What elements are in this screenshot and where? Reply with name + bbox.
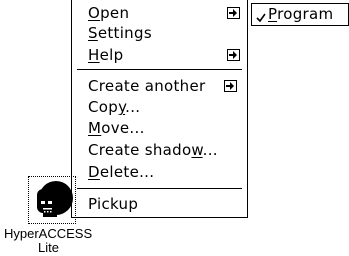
submenu-arrow-icon (224, 80, 237, 92)
submenu-item-program[interactable]: Program (268, 4, 333, 25)
menu-item-move-label: Move... (88, 119, 145, 137)
desktop-icon-caption-line2: Lite (38, 240, 59, 255)
menu-item-settings[interactable]: Settings (88, 23, 243, 43)
context-menu: Open Settings Help Create another Copy..… (71, 0, 248, 218)
menu-item-create-shadow[interactable]: Create shadow... (88, 140, 243, 160)
menu-item-move[interactable]: Move... (88, 118, 243, 138)
checkmark-icon (256, 8, 266, 27)
menu-item-pickup[interactable]: Pickup (88, 194, 243, 214)
menu-item-create-shadow-label: Create shadow... (88, 141, 218, 159)
submenu-open: Program (251, 3, 349, 26)
menu-item-delete-label: Delete... (88, 163, 155, 181)
menu-item-create-another[interactable]: Create another (88, 76, 243, 96)
hyperaccess-icon (28, 176, 76, 224)
desktop-icon-hyperaccess[interactable]: HyperACCESS Lite (4, 176, 96, 256)
menu-item-open[interactable]: Open (88, 3, 243, 23)
menu-item-copy-label: Copy... (88, 98, 141, 116)
menu-item-open-label: Open (88, 4, 130, 22)
menu-separator (77, 69, 242, 70)
menu-item-create-another-label: Create another (88, 77, 206, 95)
submenu-arrow-icon (227, 49, 240, 61)
menu-item-help[interactable]: Help (88, 45, 243, 65)
menu-separator (77, 188, 242, 189)
menu-item-copy[interactable]: Copy... (88, 97, 243, 117)
menu-item-help-label: Help (88, 46, 124, 64)
menu-item-settings-label: Settings (88, 24, 152, 42)
menu-item-delete[interactable]: Delete... (88, 162, 243, 182)
submenu-arrow-icon (227, 7, 240, 19)
